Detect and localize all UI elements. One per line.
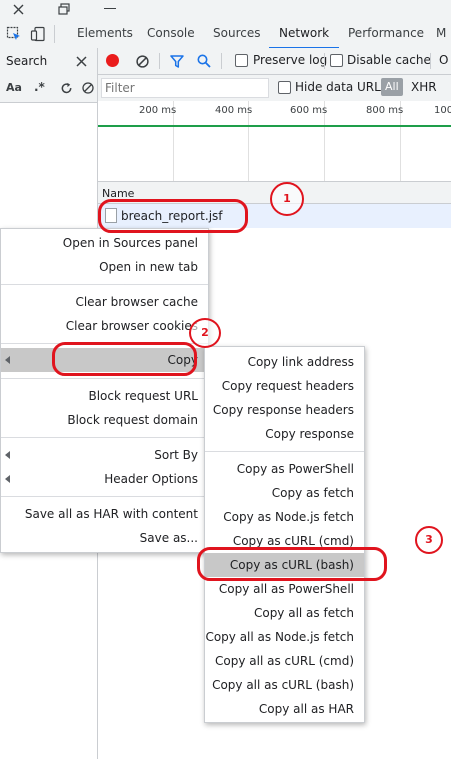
- preserve-log-label: Preserve log: [253, 53, 328, 67]
- submenu-arrow-icon: [5, 356, 10, 364]
- menu-item-header-options[interactable]: Header Options: [104, 469, 198, 489]
- copy-submenu: Copy link address Copy request headers C…: [204, 346, 365, 723]
- refresh-icon[interactable]: [58, 80, 74, 96]
- submenu-item-copy-as-fetch[interactable]: Copy as fetch: [272, 483, 354, 503]
- toolbar-divider: [324, 53, 325, 69]
- submenu-item-copy-all-as-har[interactable]: Copy all as HAR: [259, 699, 354, 719]
- filter-input[interactable]: [101, 78, 269, 98]
- menu-separator: [1, 496, 208, 497]
- annotation-highlight-request: [98, 199, 248, 233]
- toolbar-divider: [159, 53, 160, 69]
- match-case-toggle[interactable]: Aa: [6, 81, 22, 94]
- timeline-tick-label: 200 ms: [139, 105, 177, 116]
- tab-network[interactable]: Network: [269, 20, 340, 49]
- annotation-step-badge: 2: [189, 318, 221, 348]
- clear-search-icon[interactable]: [80, 80, 96, 96]
- submenu-item-copy-response-headers[interactable]: Copy response headers: [213, 400, 354, 420]
- menu-separator: [205, 451, 364, 452]
- close-search-icon[interactable]: [72, 52, 90, 70]
- search-panel-title: Search: [6, 54, 48, 68]
- annotation-highlight-curl-bash: [197, 547, 387, 581]
- toolbar-divider: [54, 25, 55, 43]
- annotation-step-badge: 3: [415, 526, 443, 554]
- tab-console[interactable]: Console: [147, 20, 195, 47]
- device-toolbar-icon[interactable]: [28, 24, 48, 44]
- tab-sources[interactable]: Sources: [213, 20, 260, 47]
- inspect-element-icon[interactable]: [4, 24, 24, 44]
- request-context-menu: Open in Sources panel Open in new tab Cl…: [0, 228, 209, 553]
- minimize-icon[interactable]: [104, 8, 116, 9]
- timeline-tick-label: 400 ms: [215, 105, 253, 116]
- network-overview-timeline[interactable]: 200 ms 400 ms 600 ms 800 ms 100: [98, 101, 451, 182]
- regex-toggle[interactable]: .*: [34, 80, 45, 94]
- timeline-tick-label: 800 ms: [366, 105, 404, 116]
- submenu-item-copy-as-nodejs-fetch[interactable]: Copy as Node.js fetch: [223, 507, 354, 527]
- menu-item-open-in-new-tab[interactable]: Open in new tab: [99, 257, 198, 277]
- devtools-tab-bar: Elements Console Sources Network Perform…: [0, 0, 451, 49]
- menu-item-save-har[interactable]: Save all as HAR with content: [25, 504, 198, 524]
- submenu-item-copy-all-as-nodejs-fetch[interactable]: Copy all as Node.js fetch: [205, 627, 354, 647]
- submenu-item-copy-link-address[interactable]: Copy link address: [248, 352, 354, 372]
- tab-elements[interactable]: Elements: [77, 20, 133, 47]
- submenu-arrow-icon: [5, 475, 10, 483]
- submenu-item-copy-all-as-curl-bash[interactable]: Copy all as cURL (bash): [212, 675, 354, 695]
- menu-item-save-as[interactable]: Save as...: [140, 528, 198, 548]
- annotation-highlight-copy: [52, 342, 197, 376]
- network-filter-bar: Hide data URLs All XHR: [98, 75, 451, 102]
- hide-data-urls-label: Hide data URLs: [295, 80, 388, 94]
- record-icon[interactable]: [106, 54, 119, 67]
- hide-data-urls-checkbox[interactable]: [278, 81, 291, 94]
- filter-icon[interactable]: [168, 52, 186, 70]
- disable-cache-checkbox[interactable]: [330, 54, 343, 67]
- menu-separator: [1, 378, 208, 379]
- timeline-tick-label: 600 ms: [290, 105, 328, 116]
- tab-performance[interactable]: Performance: [348, 20, 424, 47]
- menu-item-block-url[interactable]: Block request URL: [88, 386, 198, 406]
- clear-log-icon[interactable]: [133, 52, 151, 70]
- submenu-item-copy-all-as-curl-cmd[interactable]: Copy all as cURL (cmd): [215, 651, 354, 671]
- menu-item-clear-cache[interactable]: Clear browser cache: [75, 292, 198, 312]
- search-options-bar: Aa .*: [0, 75, 97, 103]
- menu-separator: [1, 437, 208, 438]
- menu-separator: [1, 284, 208, 285]
- search-icon[interactable]: [195, 52, 213, 70]
- toolbar-divider: [430, 53, 431, 69]
- submenu-item-copy-all-as-powershell[interactable]: Copy all as PowerShell: [219, 579, 354, 599]
- submenu-arrow-icon: [5, 451, 10, 459]
- submenu-item-copy-all-as-fetch[interactable]: Copy all as fetch: [254, 603, 354, 623]
- annotation-step-badge: 1: [270, 182, 304, 216]
- filter-all-button[interactable]: All: [381, 78, 403, 96]
- search-panel-header: Search: [0, 48, 97, 76]
- menu-item-clear-cookies[interactable]: Clear browser cookies: [66, 316, 198, 336]
- submenu-item-copy-request-headers[interactable]: Copy request headers: [222, 376, 354, 396]
- submenu-item-copy-response[interactable]: Copy response: [265, 424, 354, 444]
- menu-item-open-in-sources[interactable]: Open in Sources panel: [63, 233, 198, 253]
- undock-icon[interactable]: [54, 0, 74, 18]
- filter-xhr-button[interactable]: XHR: [411, 80, 437, 94]
- disable-cache-label: Disable cache: [347, 53, 431, 67]
- timeline-tick-label: 100: [434, 105, 451, 116]
- tab-memory[interactable]: M: [436, 20, 446, 47]
- network-toolbar: Preserve log Disable cache O: [98, 48, 451, 75]
- close-icon[interactable]: [8, 0, 28, 18]
- menu-item-sort-by[interactable]: Sort By: [154, 445, 198, 465]
- toolbar-divider: [221, 53, 222, 69]
- menu-item-block-domain[interactable]: Block request domain: [67, 410, 198, 430]
- preserve-log-checkbox[interactable]: [235, 54, 248, 67]
- submenu-item-copy-as-powershell[interactable]: Copy as PowerShell: [237, 459, 354, 479]
- timeline-activity-bar: [98, 125, 451, 127]
- online-throttle-label[interactable]: O: [439, 53, 448, 67]
